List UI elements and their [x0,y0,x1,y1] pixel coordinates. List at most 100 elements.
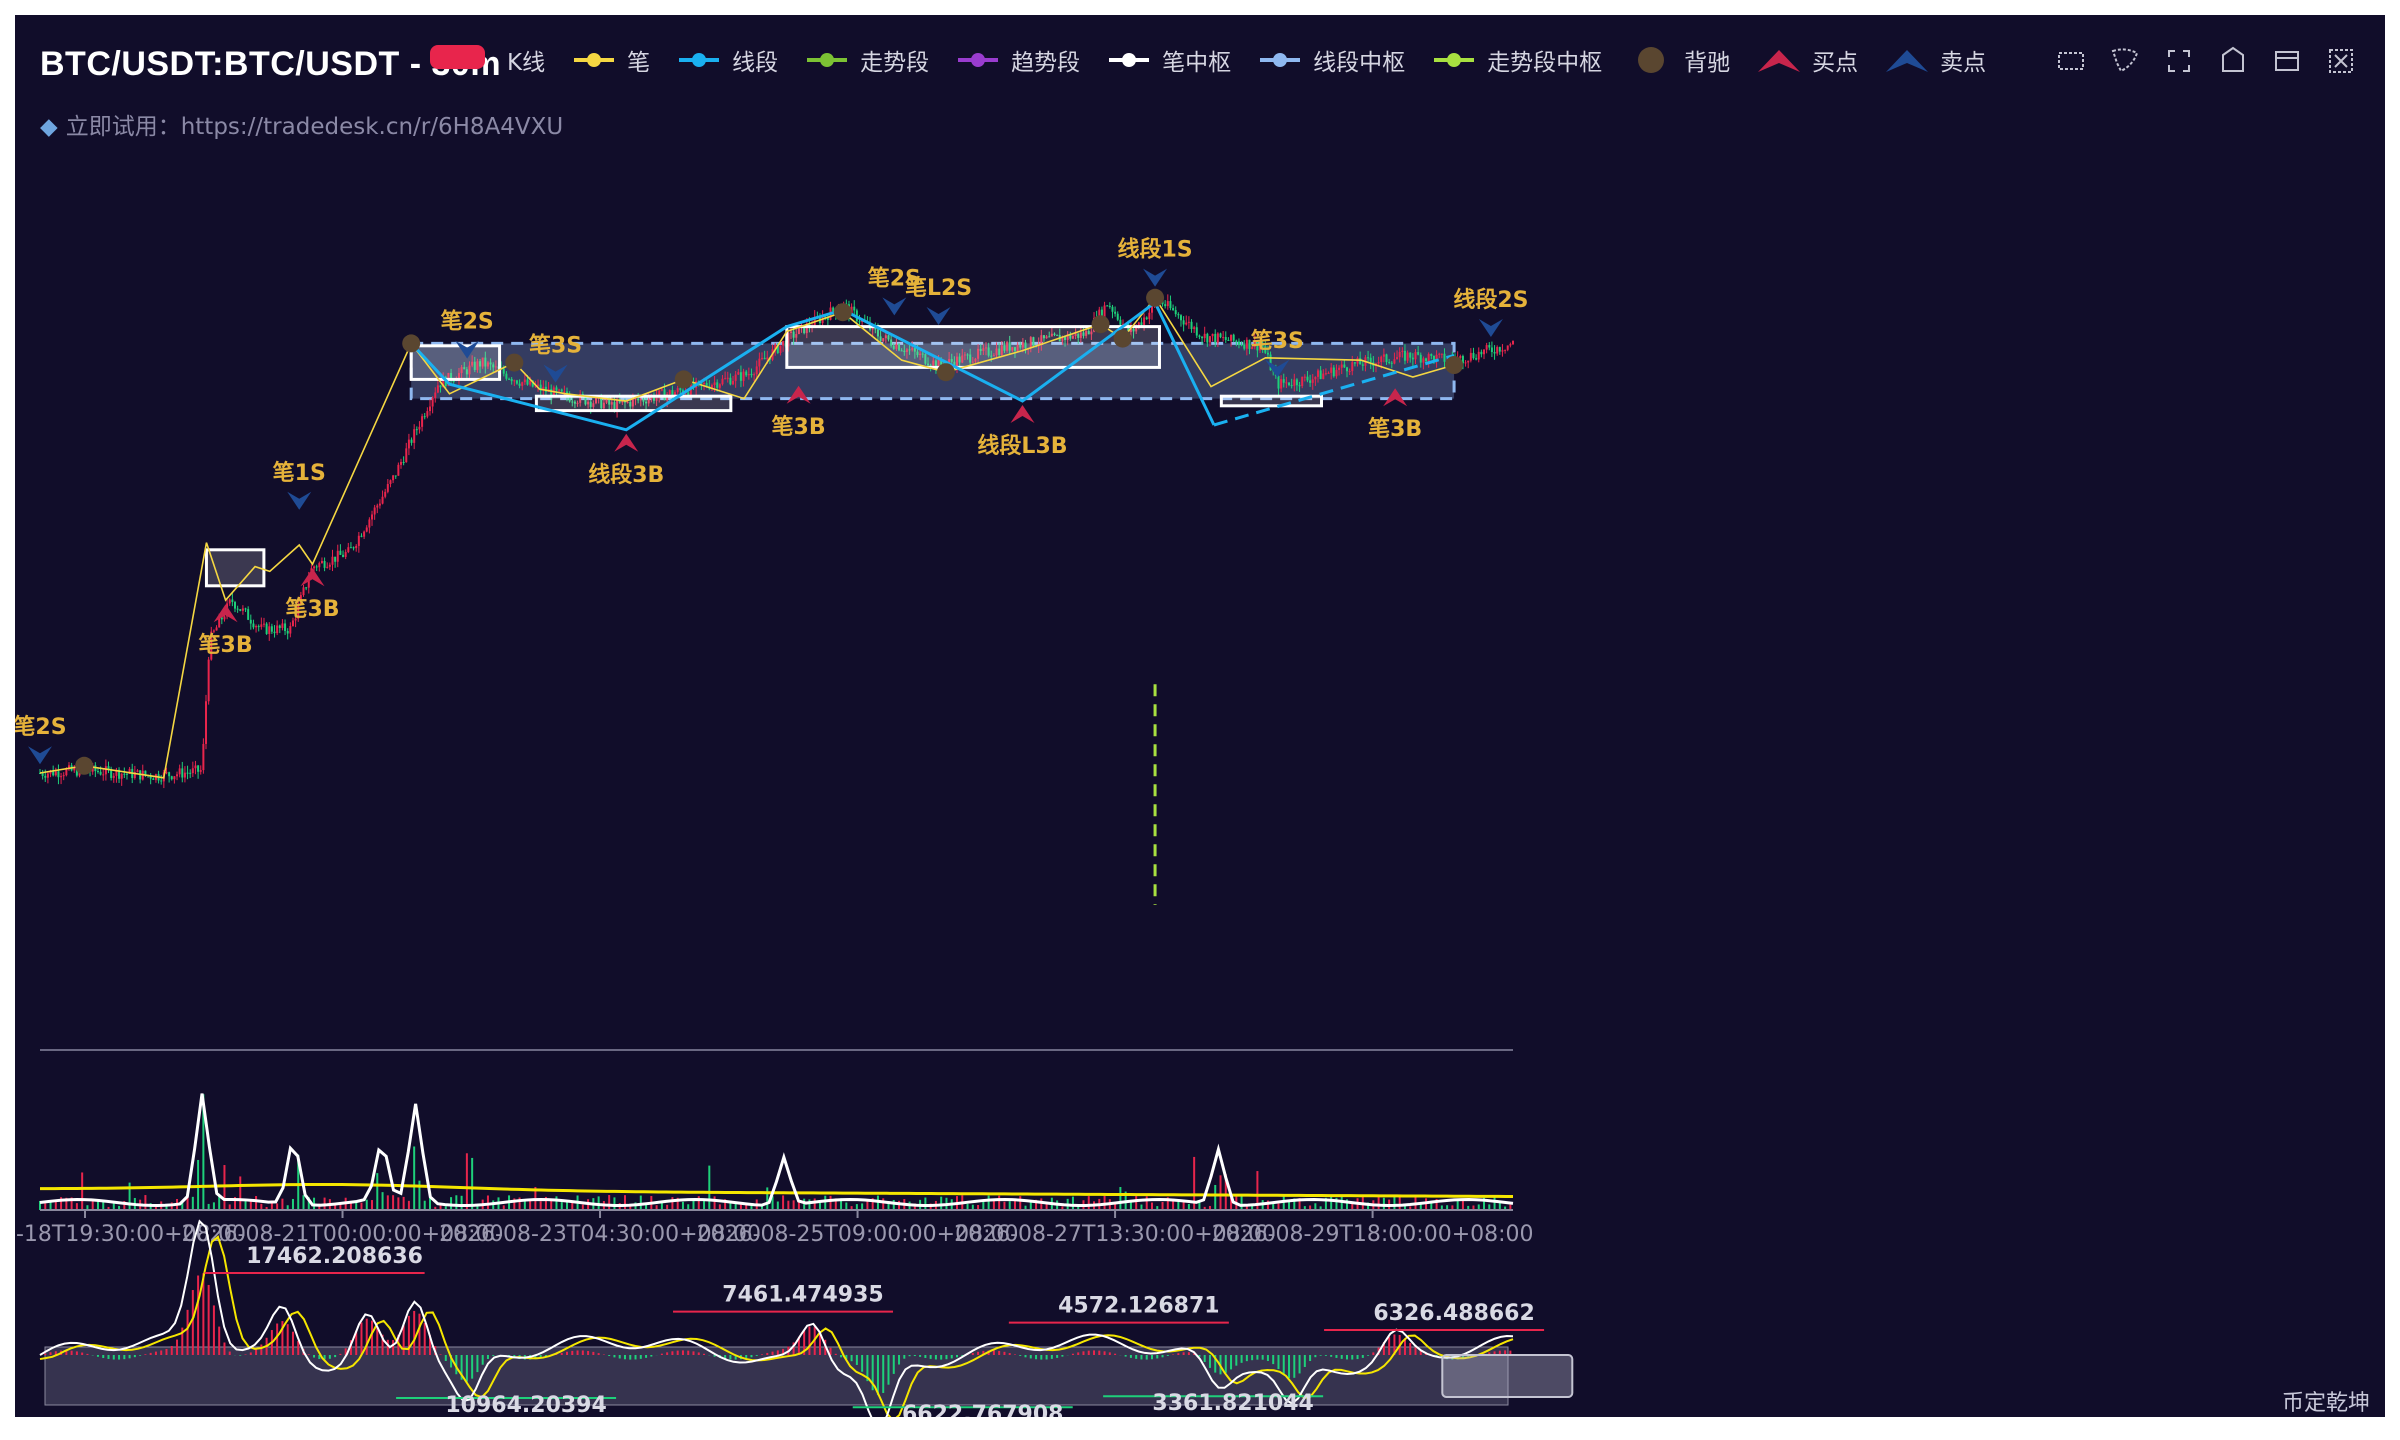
macd-hist-bar [834,1353,837,1355]
candle-body [505,373,508,379]
candle-body [331,556,334,565]
macd-hist-bar [1256,1355,1259,1360]
candle-body [244,608,247,610]
divergence-point [936,363,955,382]
macd-hist-bar [1282,1355,1285,1375]
candle-body [202,743,205,771]
macd-hist-bar [154,1351,157,1355]
macd-hist-bar [212,1305,215,1355]
x-tick-label-5: 2026-08-29T18:00:00+08:00 [1212,1222,1534,1247]
volume-bar [302,1195,305,1210]
watermark: 币定乾坤 [2282,1391,2370,1416]
candle-body [368,519,371,528]
candle-body [832,307,835,312]
macd-value-label-0: 17462.208636 [246,1244,423,1269]
volume-bar [818,1202,821,1210]
macd-hist-bar [160,1350,163,1355]
macd-hist-bar [70,1350,73,1355]
macd-hist-bar [1277,1355,1280,1370]
macd-hist-bar [49,1352,52,1355]
macd-value-label-4: 4572.126871 [1058,1294,1219,1319]
candle-body [1390,362,1393,364]
candle-body [563,391,566,393]
candle-body [363,531,366,537]
candle-body [62,775,65,777]
volume-bar [1040,1198,1043,1210]
macd-hist-bar [687,1350,690,1355]
candle-body [318,563,321,568]
candle-body [392,475,395,481]
signal-label-9: 笔L2S [905,275,972,301]
macd-hist-bar [239,1355,242,1356]
macd-hist-bar [255,1349,258,1355]
macd-hist-bar [418,1313,421,1355]
macd-hist-bar [913,1355,916,1357]
bi-zhongshu-1 [409,344,502,381]
candle-body [521,382,524,386]
macd-hist-bar [750,1355,753,1358]
macd-hist-bar [950,1355,953,1359]
candle-body [1116,313,1119,320]
candle-body [526,379,529,385]
candle-body [41,773,44,776]
candle-body [755,366,758,375]
macd-hist-bar [771,1351,774,1355]
macd-hist-bar [992,1350,995,1355]
volume-bar [829,1195,832,1210]
candle-body [1488,345,1491,348]
macd-hist-bar [1077,1352,1080,1355]
signal-label-7: 笔3B [772,414,826,440]
candle-body [537,384,540,386]
macd-hist-bar [1166,1355,1169,1356]
candle-body [65,769,68,776]
candle-body [1232,334,1235,341]
macd-hist-bar [681,1350,684,1355]
macd-hist-bar [1108,1352,1111,1355]
candle-body [1214,333,1217,343]
candle-body [173,776,176,780]
macd-hist-bar [692,1351,695,1355]
macd-hist-bar [729,1355,732,1360]
signal-label-11: 线段1S [1117,237,1192,263]
volume-bar [782,1195,785,1210]
candle-body [1409,352,1412,358]
candle-body [215,627,218,631]
signal-label-10: 线段L3B [977,433,1067,459]
candle-body [674,392,677,396]
candle-body [1190,321,1193,330]
candle-body [1501,350,1504,352]
volume-bar [1430,1202,1433,1210]
candle-body [400,461,403,465]
volume-bar [1219,1175,1222,1210]
candle-body [560,389,563,392]
macd-hist-bar [1145,1355,1148,1360]
macd-hist-bar [1319,1355,1322,1356]
macd-hist-bar [439,1354,442,1355]
macd-hist-bar [608,1355,611,1356]
candle-body [1119,319,1122,325]
volume-bar [413,1146,416,1210]
volume-bar [1135,1196,1138,1210]
candle-body [668,390,671,395]
macd-hist-bar [592,1351,595,1355]
volume-ma-slow [39,1182,1514,1198]
candle-body [1330,367,1333,373]
macd-hist-bar [492,1355,495,1356]
candle-body [54,771,57,776]
macd-hist-bar [613,1355,616,1358]
candle-body [286,630,289,634]
candle-body [178,768,181,775]
macd-hist-bar [149,1352,152,1355]
macd-hist-bar [629,1355,632,1360]
macd-hist-bar [107,1355,110,1359]
candle-body [289,626,292,634]
candle-body [1203,333,1206,339]
candle-body [355,545,358,549]
candle-body [742,371,745,381]
candle-body [434,392,437,398]
candle-body [1148,312,1151,320]
candlestick-chart: 笔2S笔3B笔1S笔3B笔2S笔3S线段3B笔3B笔2S笔L2S线段L3B线段1… [15,237,2370,1417]
candle-body [1285,382,1288,384]
candle-body [376,505,379,508]
macd-hist-bar [1061,1355,1064,1357]
